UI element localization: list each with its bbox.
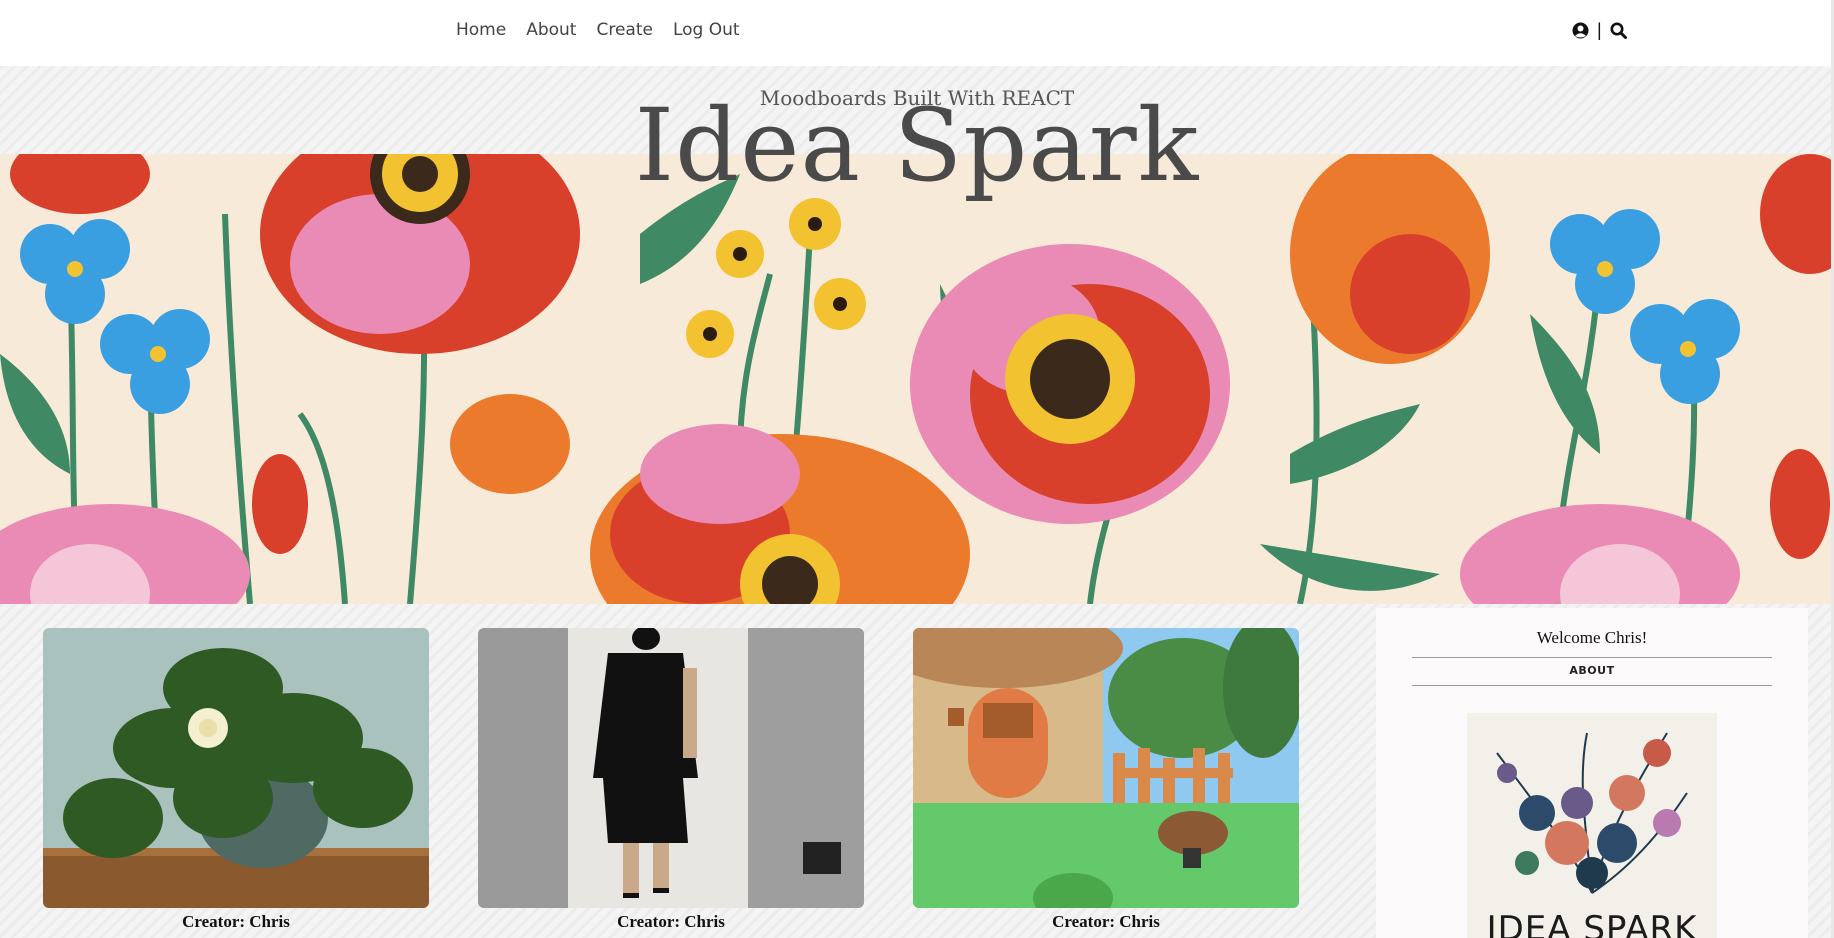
moodboard-card[interactable]: Creator: Chris xyxy=(43,628,429,932)
card-creator: Creator: Chris xyxy=(617,912,725,931)
about-heading: ABOUT xyxy=(1569,664,1615,677)
moodboard-card[interactable]: Creator: Chris xyxy=(913,628,1299,932)
welcome-message: Welcome Chris! xyxy=(1536,628,1648,647)
nav-about-link[interactable]: About xyxy=(526,20,576,40)
nav-home-link[interactable]: Home xyxy=(456,20,506,40)
divider xyxy=(1412,685,1772,686)
about-floral-logo-image: IDEA SPARK xyxy=(1467,713,1717,938)
nav-create-link[interactable]: Create xyxy=(596,20,653,40)
nav-actions: | xyxy=(1572,20,1627,41)
about-image-caption: IDEA SPARK xyxy=(1486,909,1698,938)
user-circle-icon[interactable] xyxy=(1572,22,1589,39)
nav-links: Home About Create Log Out xyxy=(456,20,740,40)
nav-logout-link[interactable]: Log Out xyxy=(673,20,740,40)
card-creator: Creator: Chris xyxy=(182,912,290,931)
gardenia-plant-image[interactable] xyxy=(43,628,429,908)
divider xyxy=(1412,657,1772,658)
card-creator: Creator: Chris xyxy=(1052,912,1160,931)
moodboard-card[interactable]: Creator: Chris xyxy=(478,628,864,932)
nav-separator: | xyxy=(1597,20,1602,40)
site-title: Idea Spark xyxy=(634,87,1200,204)
black-outfit-image[interactable] xyxy=(478,628,864,908)
animal-crossing-house-image[interactable] xyxy=(913,628,1299,908)
top-navbar: Home About Create Log Out | xyxy=(0,0,1834,66)
floral-banner-image xyxy=(0,154,1834,604)
search-icon[interactable] xyxy=(1610,22,1627,39)
sidebar: Welcome Chris! ABOUT IDEA SPARK xyxy=(1376,608,1808,938)
